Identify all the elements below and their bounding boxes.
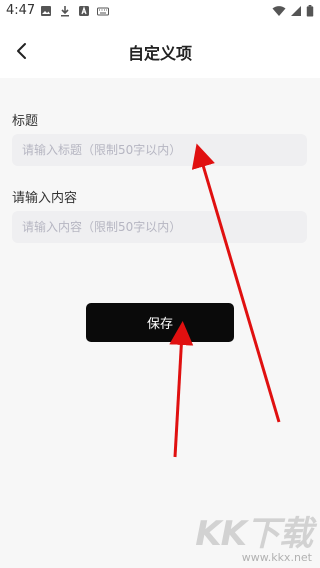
battery-icon — [306, 5, 314, 17]
status-time: 4:47 — [6, 3, 36, 18]
arrow-to-title-input — [191, 143, 281, 423]
watermark: KK下载 www.kkx.net — [195, 514, 313, 564]
annotation-arrows — [169, 143, 281, 458]
signal-icon — [290, 5, 302, 17]
nav-header: 自定义项 — [0, 24, 320, 78]
title-input[interactable] — [12, 134, 307, 166]
a-box-icon — [78, 5, 90, 17]
status-system-icons — [272, 5, 314, 17]
wifi-icon — [272, 5, 286, 17]
arrow-to-save-button — [169, 321, 194, 458]
save-button[interactable]: 保存 — [86, 303, 234, 342]
status-bar: 4:47 — [0, 0, 320, 24]
title-label: 标题 — [12, 114, 39, 129]
content-label: 请输入内容 — [12, 191, 78, 206]
status-notification-icons — [40, 5, 109, 17]
watermark-logo: KK下载 — [195, 514, 313, 554]
page-title: 自定义项 — [127, 44, 192, 63]
keyboard-icon — [97, 5, 109, 17]
image-icon — [40, 5, 52, 17]
content-input[interactable] — [12, 211, 307, 243]
download-icon — [59, 5, 71, 17]
